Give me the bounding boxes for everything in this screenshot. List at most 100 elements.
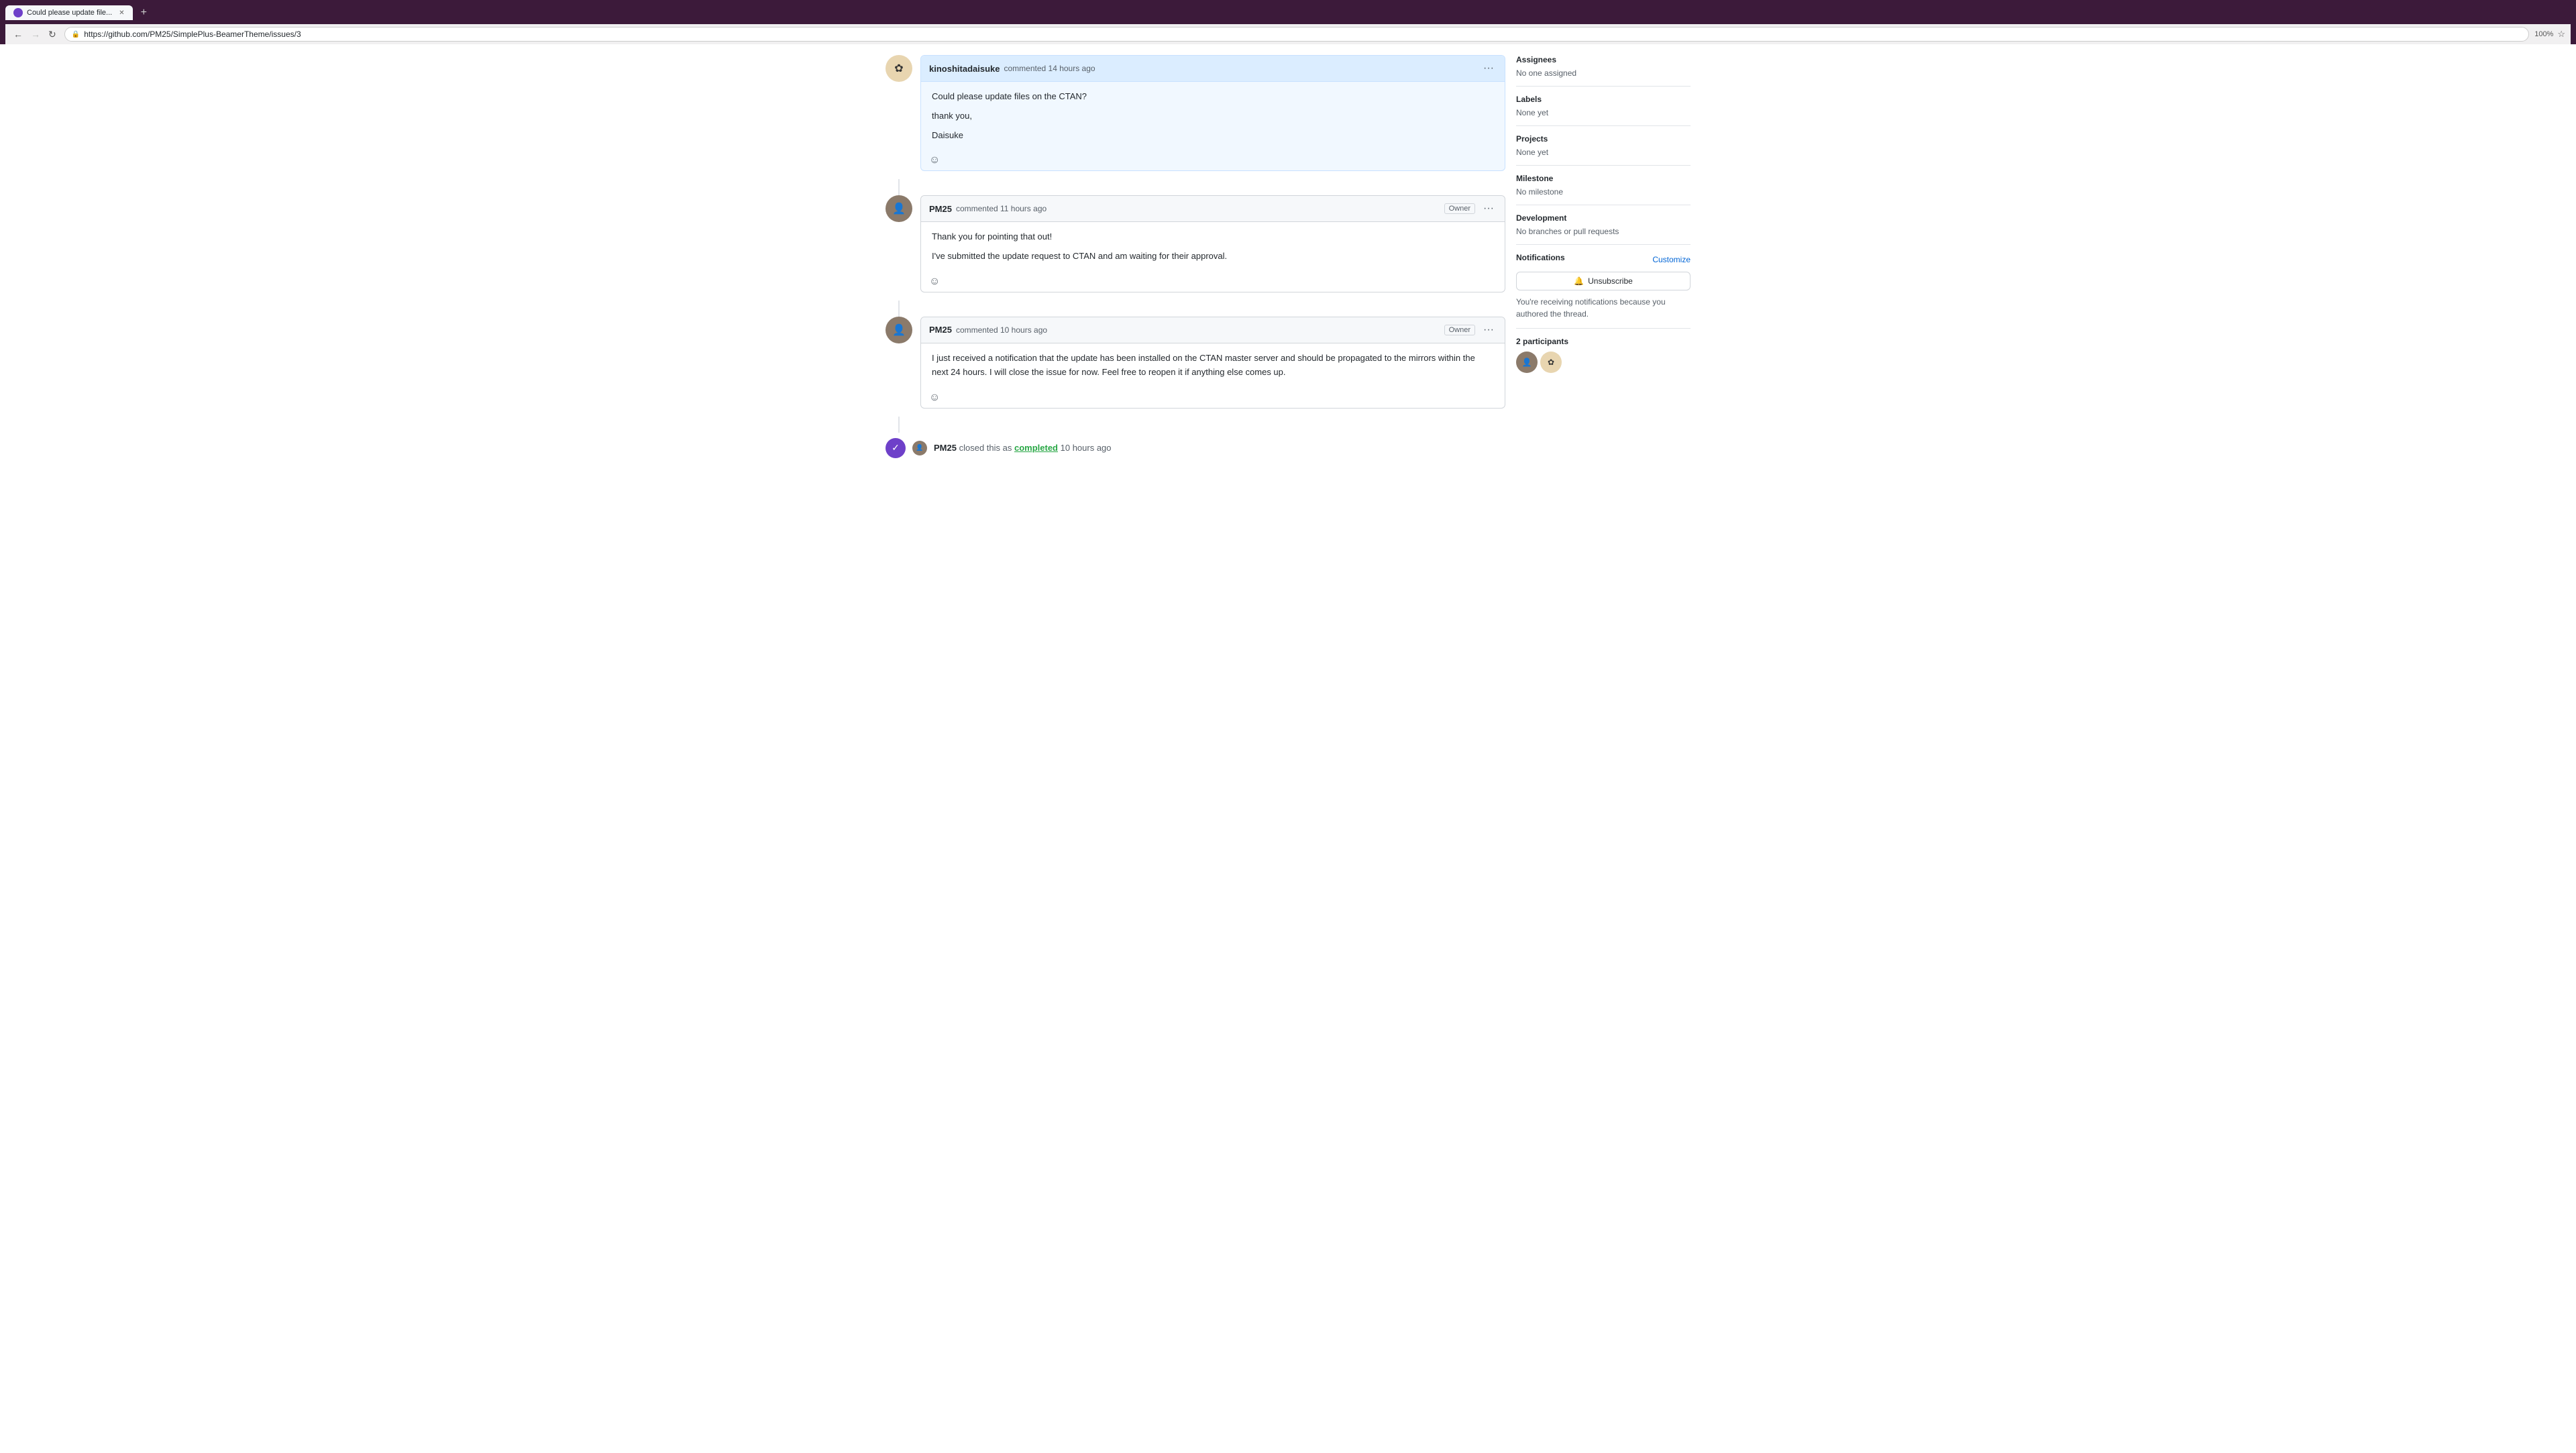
address-bar[interactable]: 🔒 https://github.com/PM25/SimplePlus-Bea…: [64, 27, 2529, 42]
comment-wrapper-2: 👤 PM25 commented 11 hours ago Owner ···: [885, 195, 1505, 292]
labels-title: Labels: [1516, 95, 1690, 104]
comment-header-3: PM25 commented 10 hours ago Owner ···: [921, 317, 1505, 343]
active-tab[interactable]: Could please update file... ✕: [5, 5, 133, 20]
labels-value: None yet: [1516, 108, 1690, 117]
customize-link[interactable]: Customize: [1652, 255, 1690, 264]
comment-header-left-1: kinoshitadaisuke commented 14 hours ago: [929, 64, 1095, 74]
participant-avatar-pm25[interactable]: 👤: [1516, 352, 1538, 373]
tab-close-btn[interactable]: ✕: [119, 9, 124, 17]
timeline-line-2: [898, 301, 900, 317]
projects-title: Projects: [1516, 134, 1690, 144]
comment-wrapper-1: ✿ kinoshitadaisuke commented 14 hours ag…: [885, 55, 1505, 171]
timeline-line-3: [898, 417, 900, 433]
avatar-pm25-1: 👤: [885, 195, 912, 222]
milestone-value: No milestone: [1516, 187, 1690, 197]
url-text: https://github.com/PM25/SimplePlus-Beame…: [84, 30, 301, 39]
comment-text-3-1: I just received a notification that the …: [932, 352, 1494, 380]
zoom-level: 100%: [2534, 30, 2553, 38]
assignees-value: No one assigned: [1516, 68, 1690, 78]
comments-section: ✿ kinoshitadaisuke commented 14 hours ag…: [885, 55, 1505, 464]
comment-wrapper-3: 👤 PM25 commented 10 hours ago Owner ···: [885, 317, 1505, 409]
comment-text-1-2: thank you,: [932, 109, 1494, 123]
bell-icon: 🔔: [1574, 276, 1584, 286]
page-container: ✿ kinoshitadaisuke commented 14 hours ag…: [0, 44, 2576, 1453]
toolbar-right: 100% ☆: [2534, 29, 2565, 40]
timeline-line-1: [898, 179, 900, 195]
comment-text-2-1: Thank you for pointing that out!: [932, 230, 1494, 244]
completed-link[interactable]: completed: [1014, 443, 1058, 453]
assignees-section: Assignees No one assigned: [1516, 55, 1690, 87]
unsubscribe-label: Unsubscribe: [1588, 276, 1633, 286]
back-btn[interactable]: ←: [11, 28, 25, 42]
comment-header-right-2: Owner ···: [1444, 201, 1497, 216]
development-title: Development: [1516, 213, 1690, 223]
tab-bar: Could please update file... ✕ +: [5, 4, 2571, 21]
emoji-btn-2[interactable]: ☺: [929, 276, 940, 288]
browser-chrome: Could please update file... ✕ + ← → ↻ 🔒 …: [0, 0, 2576, 44]
owner-badge-3: Owner: [1444, 325, 1475, 335]
reload-btn[interactable]: ↻: [46, 28, 59, 42]
owner-badge-2: Owner: [1444, 203, 1475, 214]
comment-author-3[interactable]: PM25: [929, 325, 952, 335]
projects-section: Projects None yet: [1516, 126, 1690, 166]
notification-info: You're receiving notifications because y…: [1516, 296, 1690, 320]
comment-time-3: commented 10 hours ago: [956, 325, 1047, 335]
participants-avatars: 👤 ✿: [1516, 352, 1690, 373]
closed-text: PM25 closed this as completed 10 hours a…: [934, 443, 1112, 453]
projects-value: None yet: [1516, 148, 1690, 157]
closed-time: 10 hours ago: [1061, 443, 1112, 453]
comment-body-2: Thank you for pointing that out! I've su…: [921, 222, 1505, 272]
emoji-btn-3[interactable]: ☺: [929, 392, 940, 404]
notifications-title: Notifications: [1516, 253, 1565, 262]
comment-reactions-3: ☺: [921, 388, 1505, 408]
development-section: Development No branches or pull requests: [1516, 205, 1690, 245]
new-tab-btn[interactable]: +: [136, 4, 152, 21]
milestone-title: Milestone: [1516, 174, 1690, 183]
comment-box-2: PM25 commented 11 hours ago Owner ··· Th…: [920, 195, 1505, 292]
comment-header-1: kinoshitadaisuke commented 14 hours ago …: [921, 56, 1505, 82]
comment-author-2[interactable]: PM25: [929, 204, 952, 214]
assignees-title: Assignees: [1516, 55, 1690, 64]
closed-event: ✓ 👤 PM25 closed this as completed 10 hou…: [885, 433, 1505, 464]
comment-header-right-1: ···: [1481, 61, 1497, 76]
forward-btn[interactable]: →: [28, 28, 43, 42]
closed-icon: ✓: [885, 438, 906, 458]
comment-box-1: kinoshitadaisuke commented 14 hours ago …: [920, 55, 1505, 171]
milestone-section: Milestone No milestone: [1516, 166, 1690, 205]
unsubscribe-btn[interactable]: 🔔 Unsubscribe: [1516, 272, 1690, 290]
avatar-kinoshi: ✿: [885, 55, 912, 82]
comment-body-1: Could please update files on the CTAN? t…: [921, 82, 1505, 150]
avatar-pm25-2: 👤: [885, 317, 912, 343]
comment-menu-btn-1[interactable]: ···: [1481, 61, 1497, 76]
participants-title: 2 participants: [1516, 337, 1690, 346]
bookmark-icon[interactable]: ☆: [2557, 29, 2565, 40]
tab-favicon: [13, 8, 23, 17]
participant-avatar-kinoshi[interactable]: ✿: [1540, 352, 1562, 373]
emoji-btn-1[interactable]: ☺: [929, 154, 940, 166]
comment-text-1-1: Could please update files on the CTAN?: [932, 90, 1494, 104]
tab-label: Could please update file...: [27, 9, 112, 17]
nav-buttons: ← → ↻: [11, 28, 59, 42]
browser-toolbar: ← → ↻ 🔒 https://github.com/PM25/SimplePl…: [5, 24, 2571, 44]
comment-reactions-2: ☺: [921, 272, 1505, 292]
comment-body-3: I just received a notification that the …: [921, 343, 1505, 388]
comment-box-3: PM25 commented 10 hours ago Owner ··· I …: [920, 317, 1505, 409]
comment-header-left-2: PM25 commented 11 hours ago: [929, 204, 1046, 214]
comment-menu-btn-2[interactable]: ···: [1481, 201, 1497, 216]
notifications-section: Notifications Customize 🔔 Unsubscribe Yo…: [1516, 245, 1690, 329]
notifications-header: Notifications Customize: [1516, 253, 1690, 266]
closed-action: closed this as: [959, 443, 1012, 453]
participants-section: 2 participants 👤 ✿: [1516, 329, 1690, 381]
comment-text-2-2: I've submitted the update request to CTA…: [932, 250, 1494, 264]
comment-text-1-3: Daisuke: [932, 129, 1494, 143]
comment-header-right-3: Owner ···: [1444, 323, 1497, 337]
comment-menu-btn-3[interactable]: ···: [1481, 323, 1497, 337]
comment-time-2: commented 11 hours ago: [956, 204, 1046, 213]
closed-actor-avatar: 👤: [912, 441, 927, 455]
closed-actor[interactable]: PM25: [934, 443, 957, 453]
comment-author-1[interactable]: kinoshitadaisuke: [929, 64, 1000, 74]
comment-reactions-1: ☺: [921, 150, 1505, 170]
content-area: ✿ kinoshitadaisuke commented 14 hours ag…: [885, 44, 1690, 474]
development-value: No branches or pull requests: [1516, 227, 1690, 236]
sidebar: Assignees No one assigned Labels None ye…: [1516, 55, 1690, 464]
